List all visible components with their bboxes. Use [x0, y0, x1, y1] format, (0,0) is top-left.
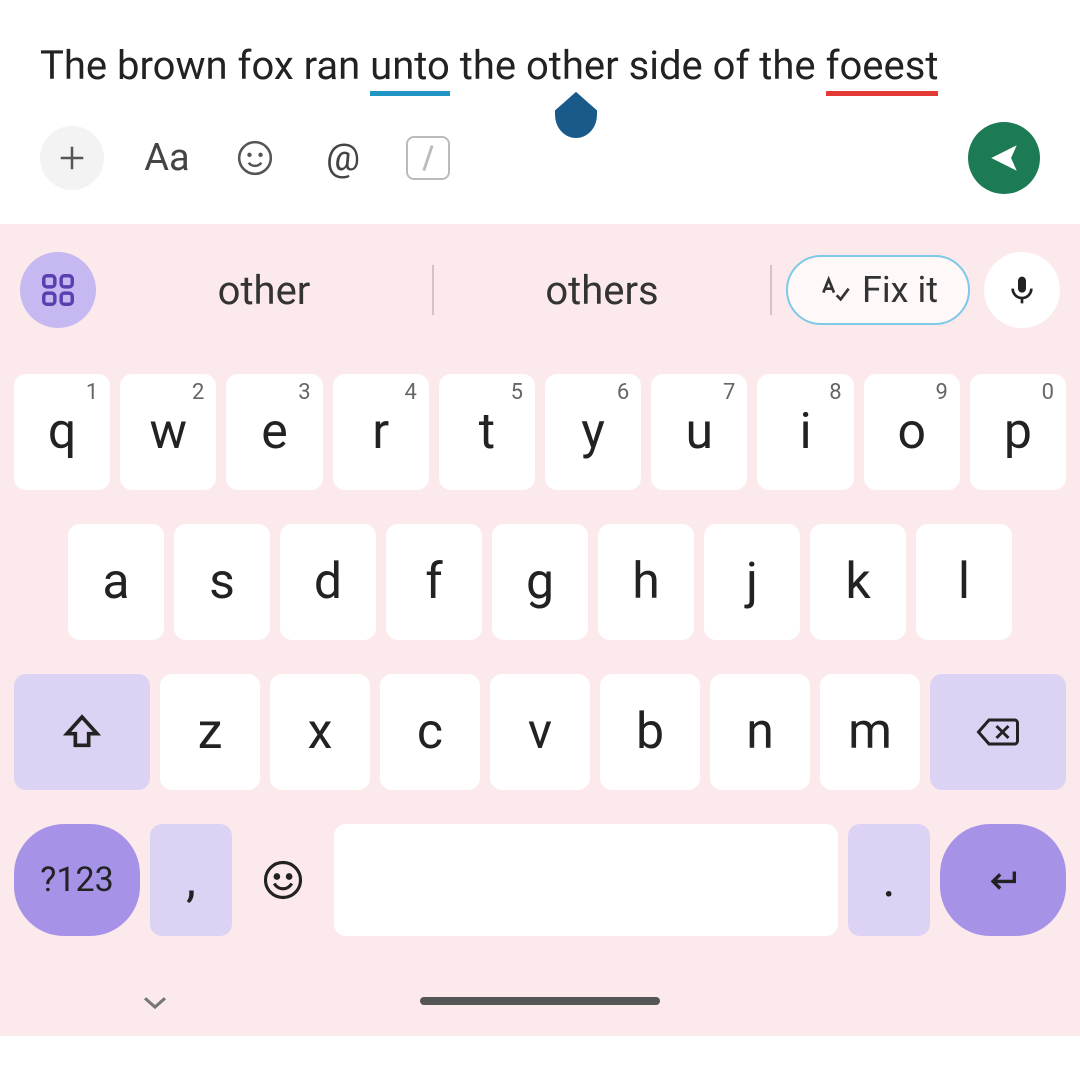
key-alt-label: 1: [86, 380, 98, 405]
key-row-3: zxcvbnm: [14, 674, 1066, 790]
period-key[interactable]: .: [848, 824, 930, 936]
voice-input-button[interactable]: [984, 252, 1060, 328]
comma-key[interactable]: ,: [150, 824, 232, 936]
key-r[interactable]: r4: [333, 374, 429, 490]
key-p[interactable]: p0: [970, 374, 1066, 490]
key-o[interactable]: o9: [864, 374, 960, 490]
smile-icon: [236, 139, 274, 177]
slash-icon: [419, 144, 437, 172]
key-alt-label: 5: [511, 380, 523, 405]
emoji-icon: [262, 859, 304, 901]
soft-keyboard: other others Fix it q1w2e3r4t5y6u7i8o9p0…: [0, 224, 1080, 1036]
spelling-error[interactable]: foeest: [826, 42, 939, 96]
grammar-highlight[interactable]: unto: [370, 42, 450, 96]
key-alt-label: 6: [617, 380, 629, 405]
collapse-keyboard-button[interactable]: [140, 981, 170, 1021]
suggestion-2[interactable]: others: [448, 267, 756, 314]
key-alt-label: 2: [192, 380, 204, 405]
key-e[interactable]: e3: [226, 374, 322, 490]
navigation-bar: [0, 966, 1080, 1036]
key-i[interactable]: i8: [757, 374, 853, 490]
add-button[interactable]: [40, 126, 104, 190]
key-s[interactable]: s: [174, 524, 270, 640]
key-row-1: q1w2e3r4t5y6u7i8o9p0: [14, 374, 1066, 490]
key-w[interactable]: w2: [120, 374, 216, 490]
key-row-4: ?123 , .: [14, 824, 1066, 936]
text-input-area[interactable]: The brown fox ran unto the other side of…: [0, 0, 1080, 92]
suggestion-bar: other others Fix it: [14, 240, 1066, 340]
key-n[interactable]: n: [710, 674, 810, 790]
fix-it-label: Fix it: [862, 269, 938, 311]
key-h[interactable]: h: [598, 524, 694, 640]
divider: [432, 265, 434, 315]
key-a[interactable]: a: [68, 524, 164, 640]
key-z[interactable]: z: [160, 674, 260, 790]
send-icon: [987, 141, 1021, 175]
fix-it-button[interactable]: Fix it: [786, 255, 970, 325]
key-v[interactable]: v: [490, 674, 590, 790]
key-d[interactable]: d: [280, 524, 376, 640]
spellcheck-icon: [818, 274, 850, 306]
home-indicator[interactable]: [420, 997, 660, 1005]
send-button[interactable]: [968, 122, 1040, 194]
compose-toolbar: Aa @: [0, 92, 1080, 224]
space-key[interactable]: [334, 824, 838, 936]
mic-icon: [1006, 271, 1038, 309]
slash-command-button[interactable]: [406, 136, 450, 180]
backspace-icon: [975, 714, 1021, 750]
key-alt-label: 3: [298, 380, 310, 405]
key-k[interactable]: k: [810, 524, 906, 640]
emoji-key[interactable]: [242, 824, 324, 936]
key-b[interactable]: b: [600, 674, 700, 790]
divider: [770, 265, 772, 315]
mention-button[interactable]: @: [318, 133, 368, 183]
key-c[interactable]: c: [380, 674, 480, 790]
enter-icon: [981, 863, 1025, 897]
suggestion-1[interactable]: other: [110, 267, 418, 314]
key-row-2: asdfghjkl: [14, 524, 1066, 640]
shift-key[interactable]: [14, 674, 150, 790]
shift-icon: [62, 712, 102, 752]
chevron-down-icon: [140, 992, 170, 1012]
key-x[interactable]: x: [270, 674, 370, 790]
key-f[interactable]: f: [386, 524, 482, 640]
key-alt-label: 4: [404, 380, 416, 405]
key-alt-label: 7: [723, 380, 735, 405]
key-m[interactable]: m: [820, 674, 920, 790]
symbols-key[interactable]: ?123: [14, 824, 140, 936]
text-content: The brown fox ran: [40, 42, 370, 89]
key-u[interactable]: u7: [651, 374, 747, 490]
key-t[interactable]: t5: [439, 374, 535, 490]
key-q[interactable]: q1: [14, 374, 110, 490]
key-alt-label: 0: [1042, 380, 1054, 405]
plus-icon: [57, 143, 87, 173]
text-format-button[interactable]: Aa: [142, 133, 192, 183]
key-alt-label: 8: [829, 380, 841, 405]
key-g[interactable]: g: [492, 524, 588, 640]
key-j[interactable]: j: [704, 524, 800, 640]
key-l[interactable]: l: [916, 524, 1012, 640]
emoji-button[interactable]: [230, 133, 280, 183]
key-y[interactable]: y6: [545, 374, 641, 490]
enter-key[interactable]: [940, 824, 1066, 936]
keyboard-apps-button[interactable]: [20, 252, 96, 328]
key-alt-label: 9: [935, 380, 947, 405]
backspace-key[interactable]: [930, 674, 1066, 790]
grid-icon: [39, 271, 77, 309]
text-content: the other side of the: [450, 42, 826, 89]
